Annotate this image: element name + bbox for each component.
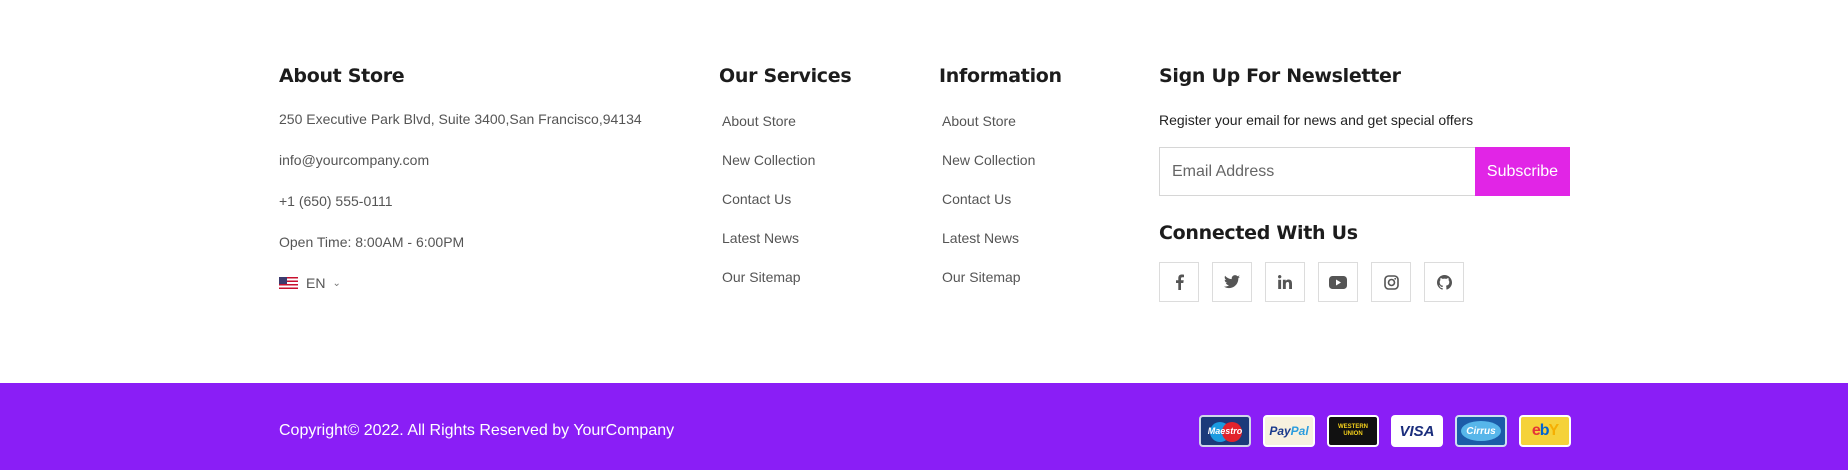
ebay-card-icon: ebY xyxy=(1519,415,1571,447)
language-selector[interactable]: EN ⌄ xyxy=(279,275,341,291)
twitter-icon xyxy=(1224,275,1240,289)
visa-label: VISA xyxy=(1399,422,1435,440)
footer-top: About Store 250 Executive Park Blvd, Sui… xyxy=(0,0,1848,383)
subscribe-button[interactable]: Subscribe xyxy=(1475,147,1570,196)
github-link[interactable] xyxy=(1424,262,1464,302)
info-link-contact-us[interactable]: Contact Us xyxy=(942,191,1011,207)
info-link-our-sitemap[interactable]: Our Sitemap xyxy=(942,269,1021,285)
info-link-new-collection[interactable]: New Collection xyxy=(942,152,1035,168)
ebay-letter: b xyxy=(1539,422,1550,439)
our-services-title: Our Services xyxy=(719,65,852,87)
store-hours: Open Time: 8:00AM - 6:00PM xyxy=(279,234,465,250)
facebook-icon xyxy=(1175,274,1184,290)
visa-card-icon: VISA xyxy=(1391,415,1443,447)
social-links xyxy=(1159,262,1464,302)
copyright-text: Copyright© 2022. All Rights Reserved by … xyxy=(279,422,675,439)
connected-title: Connected With Us xyxy=(1159,222,1358,244)
email-field[interactable] xyxy=(1160,148,1475,195)
payment-methods: Maestro PayPal WESTERN UNION VISA Cirrus … xyxy=(1199,415,1571,447)
cirrus-card-icon: Cirrus xyxy=(1455,415,1507,447)
services-link-our-sitemap[interactable]: Our Sitemap xyxy=(722,269,801,285)
youtube-link[interactable] xyxy=(1318,262,1358,302)
ebay-letter: e xyxy=(1531,422,1541,439)
ebay-letter: Y xyxy=(1548,422,1560,439)
western-union-card-icon: WESTERN UNION xyxy=(1327,415,1379,447)
twitter-link[interactable] xyxy=(1212,262,1252,302)
paypal-label-pay: Pay xyxy=(1269,424,1291,438)
cirrus-label: Cirrus xyxy=(1466,425,1496,437)
language-label: EN xyxy=(306,275,326,291)
store-address: 250 Executive Park Blvd, Suite 3400,San … xyxy=(279,111,642,127)
email-field-wrapper xyxy=(1159,147,1475,196)
youtube-icon xyxy=(1329,275,1347,289)
ebay-label: ebY xyxy=(1531,422,1560,440)
maestro-card-icon: Maestro xyxy=(1199,415,1251,447)
wu-line2: UNION xyxy=(1343,431,1363,437)
maestro-label: Maestro xyxy=(1207,426,1243,436)
wu-line1: WESTERN xyxy=(1338,424,1368,430)
store-phone[interactable]: +1 (650) 555-0111 xyxy=(279,193,393,209)
about-store-title: About Store xyxy=(279,65,405,87)
instagram-icon xyxy=(1383,274,1399,290)
services-link-latest-news[interactable]: Latest News xyxy=(722,230,799,246)
services-link-new-collection[interactable]: New Collection xyxy=(722,152,815,168)
facebook-link[interactable] xyxy=(1159,262,1199,302)
linkedin-icon xyxy=(1278,275,1292,289)
us-flag-icon xyxy=(279,277,298,289)
github-icon xyxy=(1436,274,1452,290)
info-link-about-store[interactable]: About Store xyxy=(942,113,1016,129)
information-title: Information xyxy=(939,65,1062,87)
info-link-latest-news[interactable]: Latest News xyxy=(942,230,1019,246)
linkedin-link[interactable] xyxy=(1265,262,1305,302)
paypal-label-pal: Pal xyxy=(1290,424,1309,438)
newsletter-description: Register your email for news and get spe… xyxy=(1159,112,1474,128)
chevron-down-icon: ⌄ xyxy=(332,277,341,289)
store-email[interactable]: info@yourcompany.com xyxy=(279,152,429,168)
footer-bottom-bar: Copyright© 2022. All Rights Reserved by … xyxy=(0,383,1848,470)
instagram-link[interactable] xyxy=(1371,262,1411,302)
services-link-about-store[interactable]: About Store xyxy=(722,113,796,129)
paypal-card-icon: PayPal xyxy=(1263,415,1315,447)
services-link-contact-us[interactable]: Contact Us xyxy=(722,191,791,207)
newsletter-title: Sign Up For Newsletter xyxy=(1159,65,1401,87)
